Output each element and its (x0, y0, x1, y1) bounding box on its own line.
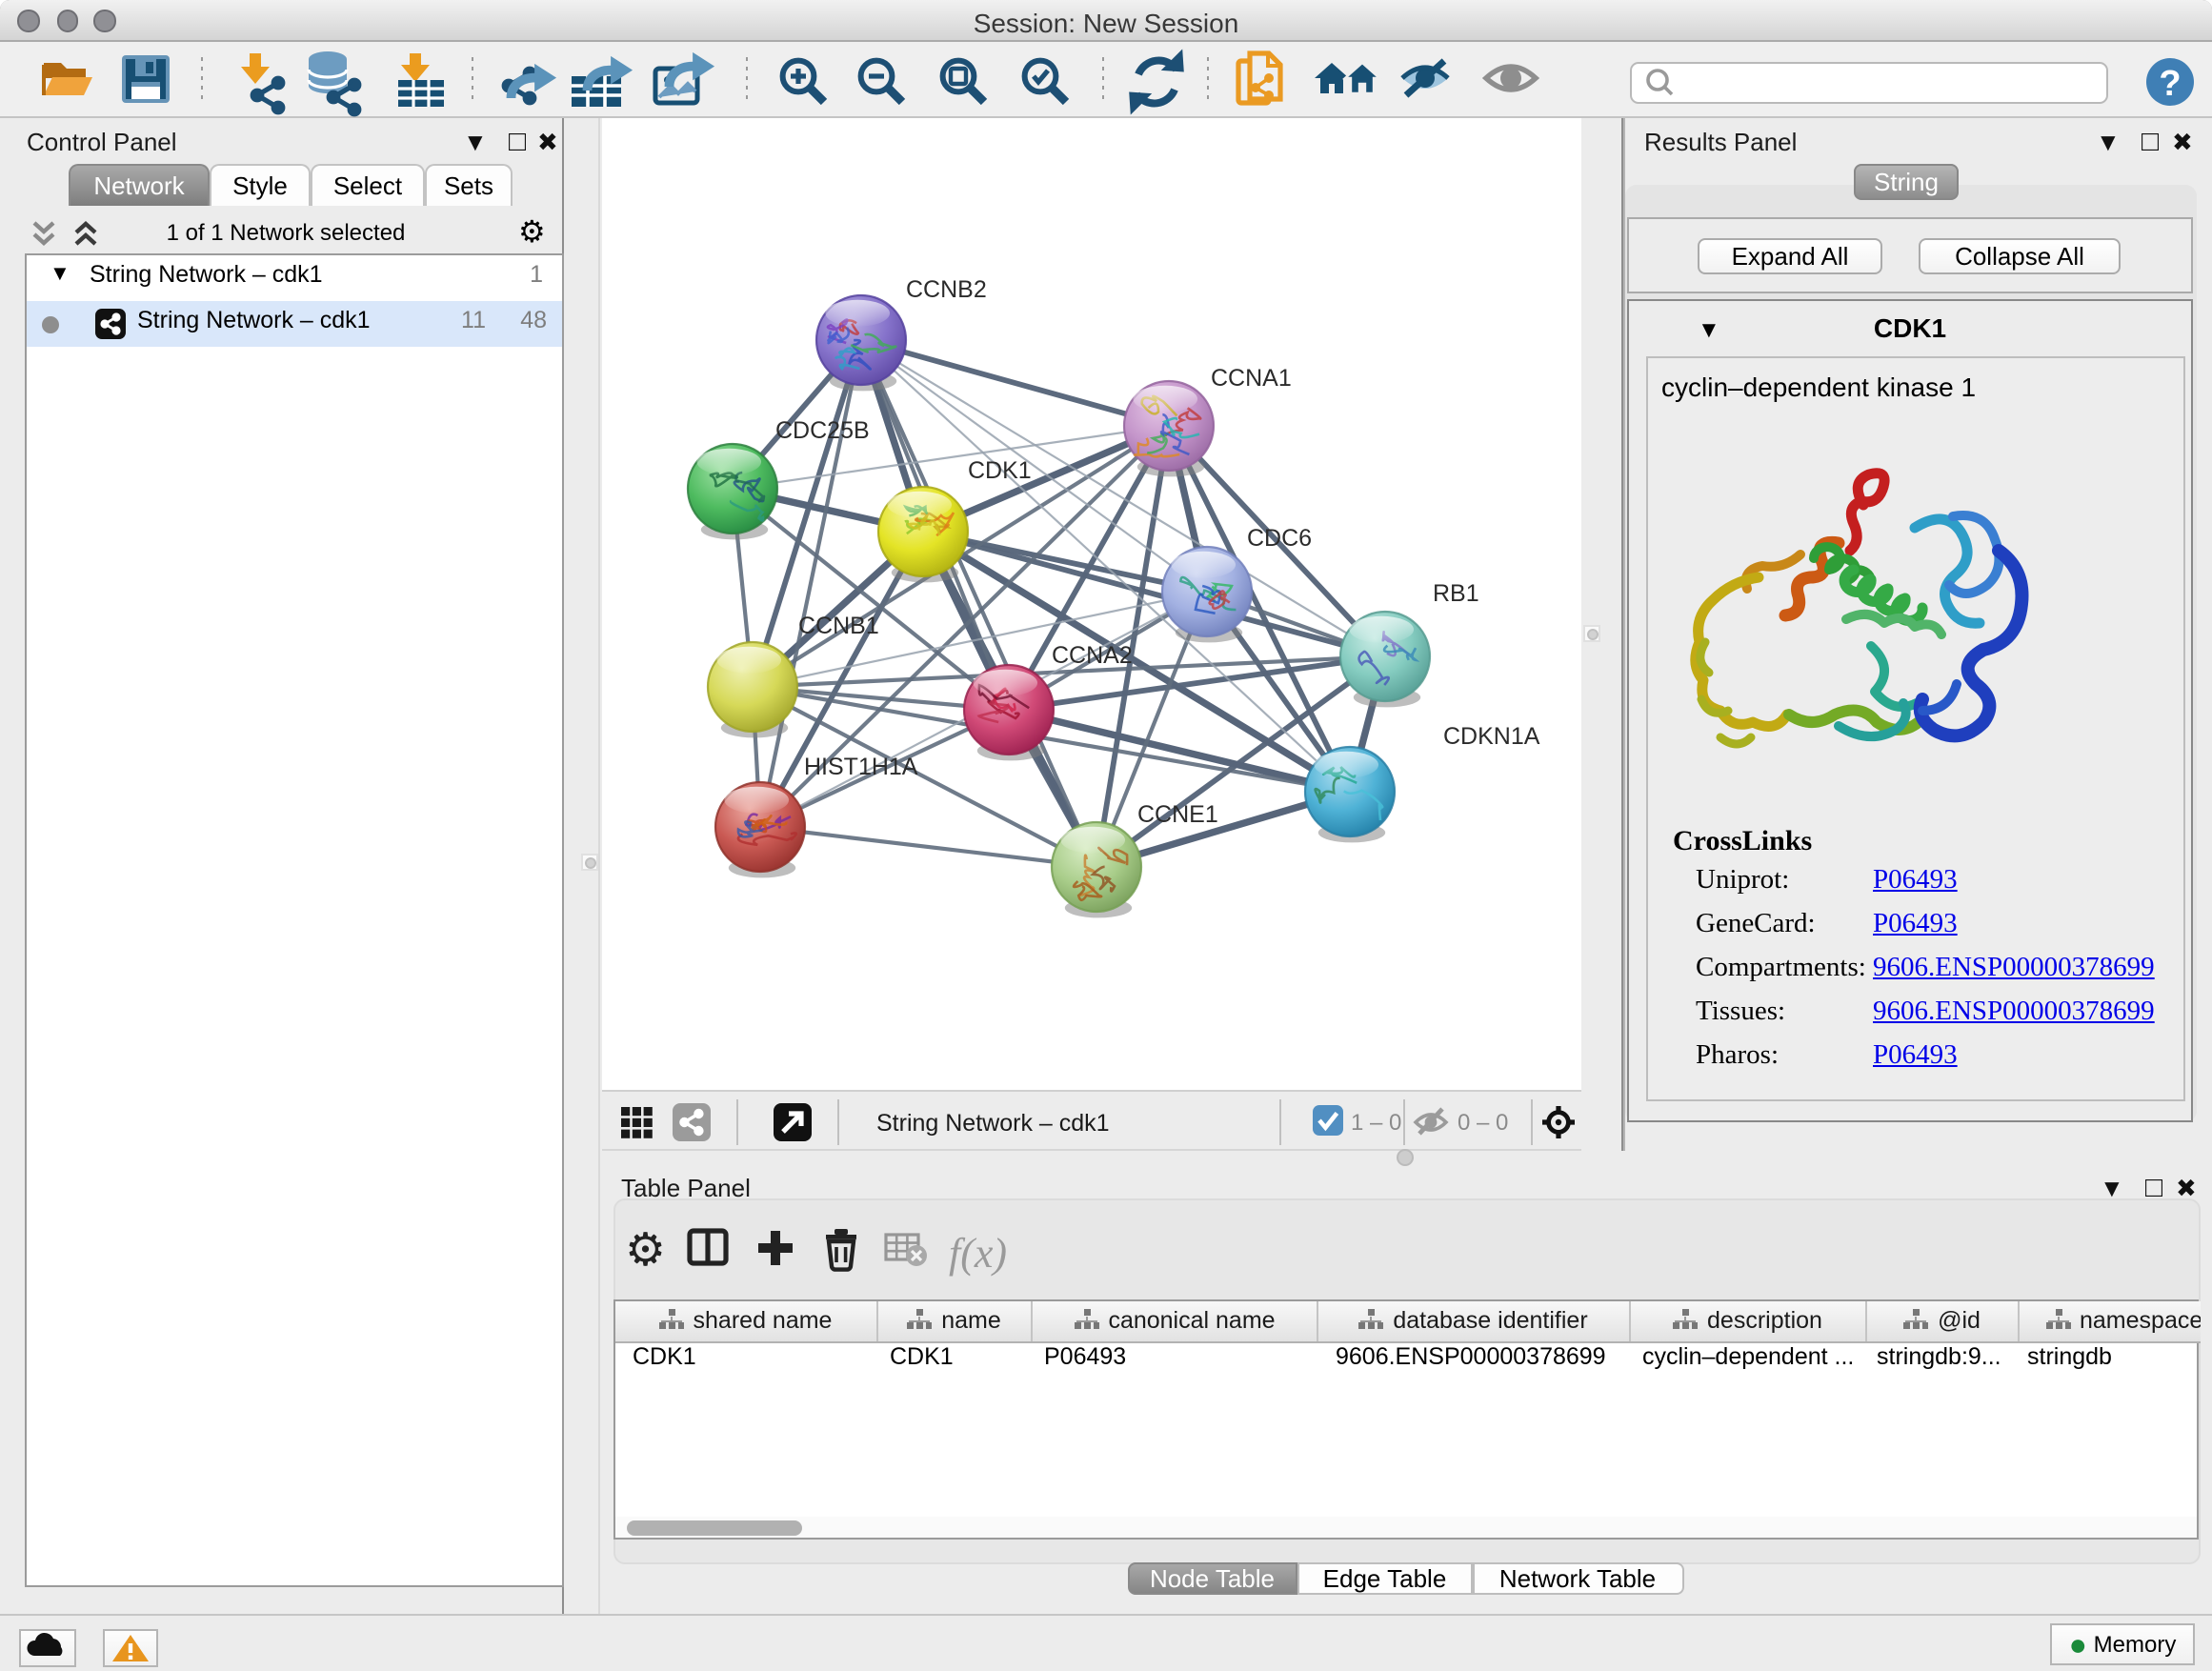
svg-text:?: ? (2159, 64, 2181, 104)
svg-text:CCNA2: CCNA2 (1052, 642, 1133, 669)
svg-text:CDK1: CDK1 (968, 457, 1032, 484)
svg-text:f(x): f(x) (949, 1230, 1007, 1277)
svg-text:CCNA1: CCNA1 (1211, 365, 1292, 392)
svg-text:CDC25B: CDC25B (775, 417, 870, 444)
svg-text:String Network – cdk1: String Network – cdk1 (876, 1110, 1110, 1137)
svg-text:1 – 0: 1 – 0 (1351, 1110, 1401, 1136)
svg-text:HIST1H1A: HIST1H1A (804, 754, 918, 780)
svg-text:CDC6: CDC6 (1247, 525, 1312, 552)
svg-text:CCNB2: CCNB2 (906, 276, 987, 303)
svg-text:⚙: ⚙ (625, 1225, 666, 1276)
svg-text:CCNB1: CCNB1 (798, 613, 879, 639)
svg-text:0 – 0: 0 – 0 (1458, 1110, 1508, 1136)
svg-text:CCNE1: CCNE1 (1137, 801, 1218, 828)
svg-text:RB1: RB1 (1433, 580, 1479, 607)
svg-text:CDKN1A: CDKN1A (1443, 723, 1540, 750)
